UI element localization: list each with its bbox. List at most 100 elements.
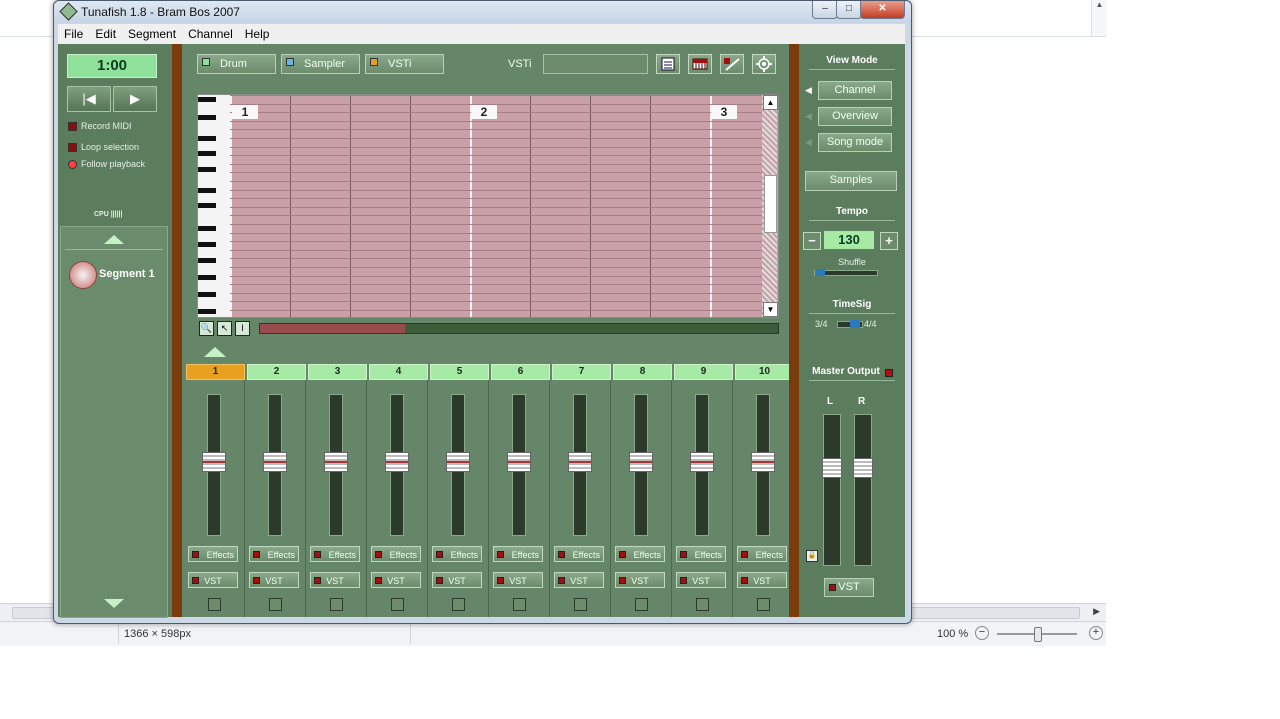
channel-fader-handle[interactable] [202,452,226,472]
tempo-value[interactable]: 130 [824,231,874,249]
channel-fader-handle[interactable] [568,452,592,472]
scroll-thumb[interactable] [764,175,777,233]
effects-button[interactable]: Effects [432,546,482,562]
effects-button[interactable]: Effects [615,546,665,562]
play-button[interactable]: ▶ [113,86,157,112]
view-mode-overview-button[interactable]: Overview [818,107,892,126]
follow-playback-toggle[interactable]: Follow playback [68,159,145,170]
vst-button[interactable]: VST [737,572,787,588]
vst-button[interactable]: VST [371,572,421,588]
viewer-scroll-up-arrow[interactable]: ▲ [1091,0,1107,36]
rewind-button[interactable]: |◀ [67,86,111,112]
viewer-scroll-right-arrow[interactable]: ▶ [1093,606,1100,617]
effects-button[interactable]: Effects [554,546,604,562]
channel-fader-handle[interactable] [690,452,714,472]
maximize-button[interactable]: □ [836,1,862,19]
channel-mute-checkbox[interactable] [208,598,221,611]
master-output-led[interactable] [885,369,893,377]
minimize-button[interactable]: – [812,1,838,19]
tempo-increase-button[interactable]: + [880,232,898,250]
segment-scroll-down-icon[interactable] [104,599,124,608]
piano-roll-vertical-scrollbar[interactable]: ▲ ▼ [762,95,778,317]
timesig-switch-handle[interactable] [850,320,860,328]
channel-mute-checkbox[interactable] [696,598,709,611]
effects-button[interactable]: Effects [737,546,787,562]
vst-button[interactable]: VST [188,572,238,588]
view-mode-song-button[interactable]: Song mode [818,133,892,152]
channel-mute-checkbox[interactable] [513,598,526,611]
vst-button[interactable]: VST [554,572,604,588]
timesig-switch[interactable] [837,320,863,328]
black-key[interactable] [198,309,216,314]
scroll-up-icon[interactable]: ▲ [763,95,778,110]
black-key[interactable] [198,203,216,208]
channel-fader-handle[interactable] [751,452,775,472]
channel-fader-handle[interactable] [507,452,531,472]
black-key[interactable] [198,292,216,297]
gear-icon[interactable] [752,54,776,74]
channel-mute-checkbox[interactable] [269,598,282,611]
channel-number-tab[interactable]: 1 [186,364,245,380]
black-key[interactable] [198,97,216,102]
menu-edit[interactable]: Edit [89,24,122,41]
channel-mute-checkbox[interactable] [574,598,587,611]
black-key[interactable] [198,226,216,231]
channel-fader-handle[interactable] [324,452,348,472]
channel-number-tab[interactable]: 2 [247,364,306,380]
channel-number-tab[interactable]: 4 [369,364,428,380]
master-left-fader-track[interactable] [823,414,841,566]
segment-scroll-up-icon[interactable] [104,235,124,244]
black-key[interactable] [198,275,216,280]
channel-number-tab[interactable]: 6 [491,364,550,380]
samples-button[interactable]: Samples [805,171,897,191]
zoom-in-button[interactable]: + [1089,626,1103,640]
close-button[interactable]: ✕ [860,1,905,19]
effects-button[interactable]: Effects [371,546,421,562]
channel-fader-handle[interactable] [385,452,409,472]
menu-file[interactable]: File [58,24,89,41]
lock-icon[interactable]: 🔒 [806,550,818,562]
zoom-out-button[interactable]: − [975,626,989,640]
channel-number-tab[interactable]: 5 [430,364,489,380]
vsti-plugin-selector[interactable] [543,54,648,74]
channel-mute-checkbox[interactable] [330,598,343,611]
vst-button[interactable]: VST [310,572,360,588]
channel-number-tab[interactable]: 7 [552,364,611,380]
channel-fader-handle[interactable] [629,452,653,472]
shuffle-slider-handle[interactable] [815,269,825,276]
master-right-fader-handle[interactable] [853,458,873,478]
list-icon[interactable] [656,54,680,74]
channel-mute-checkbox[interactable] [452,598,465,611]
vst-button[interactable]: VST [249,572,299,588]
channel-mute-checkbox[interactable] [757,598,770,611]
effects-button[interactable]: Effects [310,546,360,562]
menu-help[interactable]: Help [239,24,276,41]
vst-button[interactable]: VST [676,572,726,588]
channel-number-tab[interactable]: 3 [308,364,367,380]
piano-keys[interactable] [198,95,230,317]
channel-fader-handle[interactable] [446,452,470,472]
black-key[interactable] [198,258,216,263]
view-mode-channel-button[interactable]: Channel [818,81,892,100]
piano-roll[interactable]: 1 2 3 ▲ ▼ [197,94,779,318]
master-vst-button[interactable]: VST [824,578,874,597]
vst-button[interactable]: VST [432,572,482,588]
segment-item[interactable]: Segment 1 [99,268,155,280]
effects-button[interactable]: Effects [188,546,238,562]
effects-button[interactable]: Effects [676,546,726,562]
record-midi-toggle[interactable]: Record MIDI [68,121,132,132]
channel-fader-handle[interactable] [263,452,287,472]
black-key[interactable] [198,151,216,156]
black-key[interactable] [198,242,216,247]
black-key[interactable] [198,136,216,141]
tab-vsti[interactable]: VSTi [365,54,444,74]
black-key[interactable] [198,115,216,120]
pointer-tool-icon[interactable]: ↖ [217,321,232,336]
scroll-down-icon[interactable]: ▼ [763,302,778,317]
menu-segment[interactable]: Segment [122,24,182,41]
master-left-fader-handle[interactable] [822,458,842,478]
zoom-slider-handle[interactable] [1034,627,1042,642]
title-bar[interactable]: Tunafish 1.8 - Bram Bos 2007 – □ ✕ [54,1,911,23]
zoom-tool-icon[interactable]: 🔍 [199,321,214,336]
channel-mute-checkbox[interactable] [391,598,404,611]
